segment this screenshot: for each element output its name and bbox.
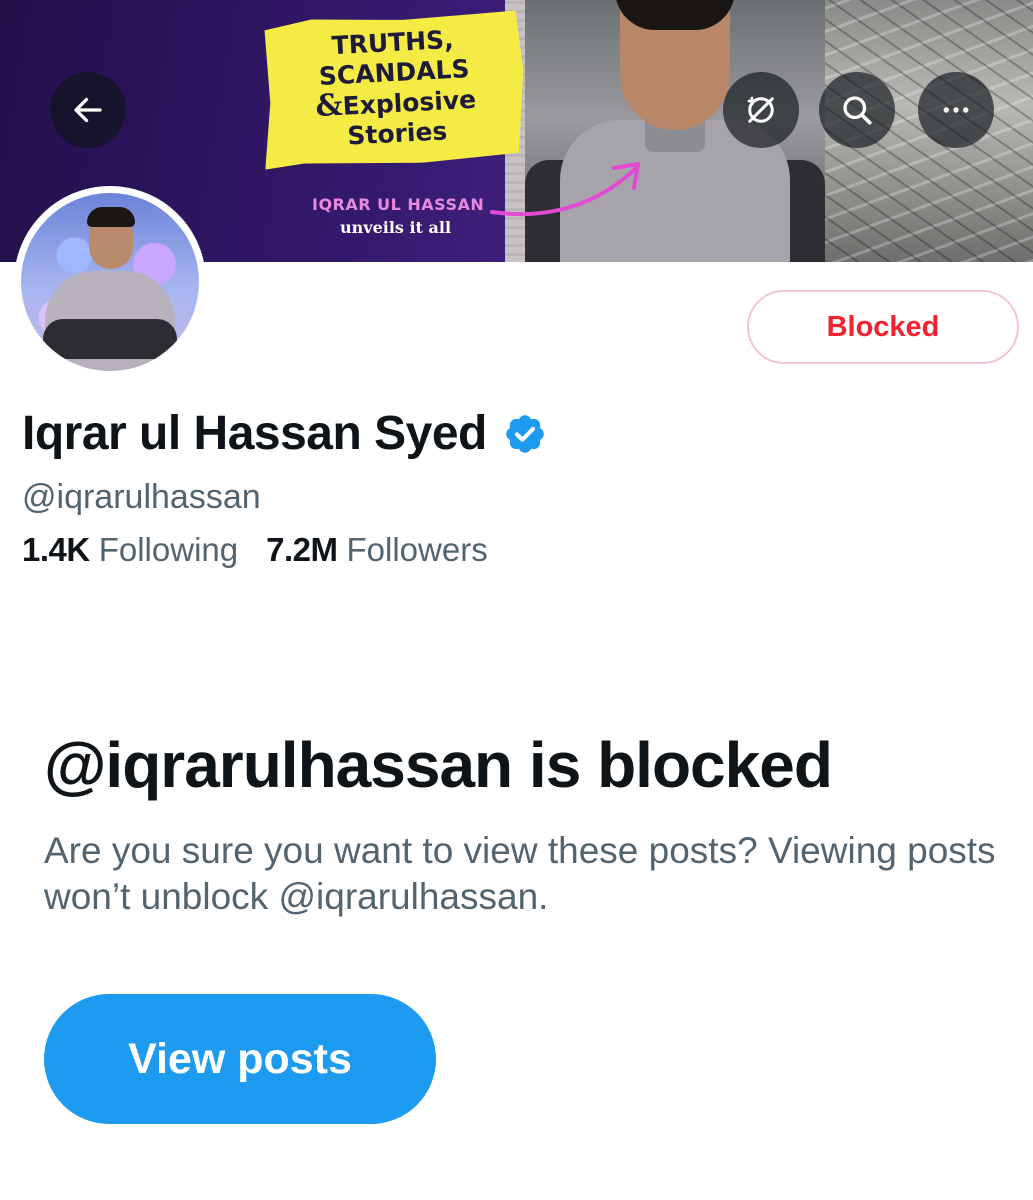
translate-button[interactable]: [723, 72, 799, 148]
blocked-notice-body: Are you sure you want to view these post…: [44, 830, 996, 917]
blocked-notice-title: @iqrarulhassan is blocked: [44, 729, 833, 801]
profile-handle: @iqrarulhassan: [22, 478, 261, 516]
sticky-line-3-text: Explosive: [341, 84, 477, 121]
search-icon: [843, 96, 872, 125]
translate-icon: [747, 96, 774, 123]
sticky-ampersand: &: [314, 87, 344, 125]
display-name-row: Iqrar ul Hassan Syed: [22, 405, 547, 463]
view-posts-button[interactable]: View posts: [44, 994, 436, 1124]
banner-tagline: unveils it all: [340, 218, 452, 237]
avatar-ring[interactable]: [14, 186, 206, 378]
follow-stats: 1.4K Following 7.2M Followers: [22, 531, 488, 569]
banner-name-text: IQRAR UL HASSAN: [312, 195, 485, 214]
back-button[interactable]: [50, 72, 126, 148]
more-horizontal-icon: [943, 107, 969, 113]
followers-count: 7.2M: [266, 531, 338, 568]
avatar[interactable]: [21, 193, 199, 371]
banner-arrow-icon: [490, 162, 640, 217]
display-name: Iqrar ul Hassan Syed: [22, 407, 487, 460]
following-label: Following: [98, 531, 239, 568]
followers-link[interactable]: 7.2M Followers: [266, 531, 488, 569]
more-options-button[interactable]: [918, 72, 994, 148]
search-button[interactable]: [819, 72, 895, 148]
arrow-left-icon: [74, 97, 102, 123]
followers-label: Followers: [346, 531, 488, 568]
avatar-person-hair: [87, 207, 135, 227]
following-count: 1.4K: [22, 531, 90, 568]
blocked-button[interactable]: Blocked: [747, 290, 1019, 364]
following-link[interactable]: 1.4K Following: [22, 531, 238, 569]
banner-sticky-text: TRUTHS, SCANDALS &Explosive Stories: [282, 22, 508, 154]
verified-badge-icon[interactable]: [503, 412, 547, 456]
avatar-person-arms: [43, 319, 177, 359]
